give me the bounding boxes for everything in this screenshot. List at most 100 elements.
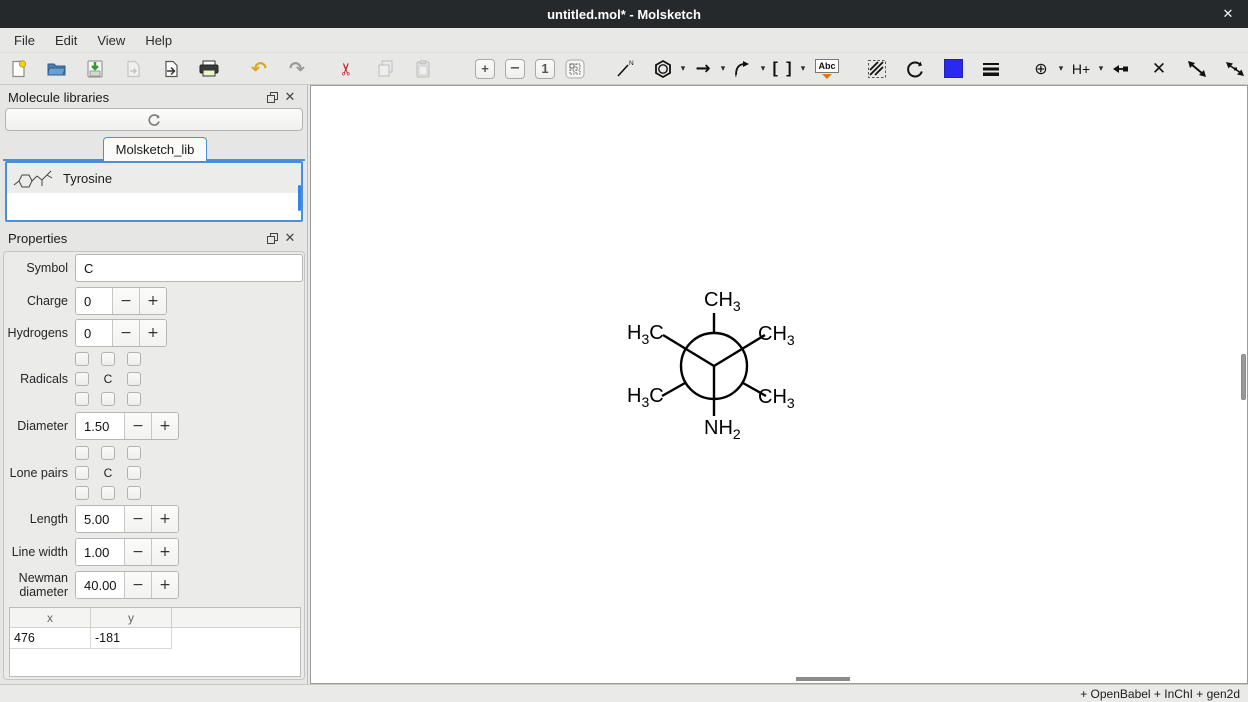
color-picker-button[interactable] <box>940 56 966 82</box>
atom-label-h3c-top-left[interactable]: H3C <box>627 323 664 346</box>
column-header-y[interactable]: y <box>91 608 172 627</box>
coordinate-y-cell[interactable]: -181 <box>91 628 172 649</box>
bracket-tool[interactable]: [ ] <box>770 56 796 82</box>
atom-label-ch3-top[interactable]: CH3 <box>704 290 741 313</box>
charge-increment-button[interactable]: + <box>139 288 166 314</box>
float-panel-icon <box>267 92 278 103</box>
column-header-x[interactable]: x <box>10 608 91 627</box>
open-file-button[interactable] <box>44 56 70 82</box>
coordinate-x-cell[interactable]: 476 <box>10 628 91 649</box>
import-button[interactable] <box>120 56 146 82</box>
radical-checkbox[interactable] <box>101 392 115 406</box>
flip-vertical-button[interactable] <box>1222 56 1248 82</box>
libraries-float-button[interactable] <box>263 89 281 105</box>
reaction-arrow-tool[interactable]: → <box>690 56 716 82</box>
properties-float-button[interactable] <box>263 230 281 246</box>
save-button[interactable] <box>82 56 108 82</box>
charge-tool-dropdown[interactable]: ▾ <box>1054 56 1068 82</box>
radical-checkbox[interactable] <box>75 372 89 386</box>
connect-tool[interactable] <box>1108 56 1134 82</box>
newman-diameter-value[interactable]: 40.00 <box>76 572 124 598</box>
symbol-input[interactable]: C <box>75 254 303 282</box>
draw-bond-tool[interactable]: N <box>612 56 638 82</box>
line-width-decrement-button[interactable]: − <box>124 539 151 565</box>
text-tool[interactable]: Abc <box>814 56 840 82</box>
print-button[interactable] <box>196 56 222 82</box>
lone-pair-checkbox[interactable] <box>75 466 89 480</box>
charge-tool[interactable]: ⊕ <box>1028 56 1054 82</box>
menu-file[interactable]: File <box>4 30 45 51</box>
atom-label-h3c-bottom-left[interactable]: H3C <box>627 386 664 409</box>
lone-pairs-label: Lone pairs <box>6 466 68 480</box>
library-list-scrollbar[interactable] <box>298 185 301 211</box>
undo-button[interactable]: ↶ <box>246 56 272 82</box>
charge-value[interactable]: 0 <box>76 288 112 314</box>
lone-pair-checkbox[interactable] <box>75 486 89 500</box>
lone-pair-checkbox[interactable] <box>127 466 141 480</box>
ring-tool[interactable] <box>650 56 676 82</box>
flip-horizontal-button[interactable] <box>1184 56 1210 82</box>
reaction-arrow-dropdown[interactable]: ▾ <box>716 56 730 82</box>
radical-checkbox[interactable] <box>75 352 89 366</box>
copy-button[interactable] <box>372 56 398 82</box>
lone-pair-checkbox[interactable] <box>75 446 89 460</box>
line-width-increment-button[interactable]: + <box>151 539 178 565</box>
radical-checkbox[interactable] <box>75 392 89 406</box>
mechanism-arrow-dropdown[interactable]: ▾ <box>756 56 770 82</box>
hydrogen-tool[interactable]: H+ <box>1068 56 1094 82</box>
redo-button[interactable]: ↷ <box>284 56 310 82</box>
paste-button[interactable] <box>410 56 436 82</box>
canvas-vertical-scrollbar[interactable] <box>1241 354 1246 400</box>
atom-label-nh2-bottom[interactable]: NH2 <box>704 418 741 441</box>
length-value[interactable]: 5.00 <box>76 506 124 532</box>
zoom-in-button[interactable]: + <box>472 56 498 82</box>
lone-pair-checkbox[interactable] <box>127 446 141 460</box>
length-increment-button[interactable]: + <box>151 506 178 532</box>
radical-checkbox[interactable] <box>101 352 115 366</box>
diameter-value[interactable]: 1.50 <box>76 413 124 439</box>
ring-tool-dropdown[interactable]: ▾ <box>676 56 690 82</box>
rotate-tool[interactable] <box>902 56 928 82</box>
libraries-close-button[interactable]: ✕ <box>281 89 299 105</box>
newman-decrement-button[interactable]: − <box>124 572 151 598</box>
line-width-value[interactable]: 1.00 <box>76 539 124 565</box>
charge-decrement-button[interactable]: − <box>112 288 139 314</box>
radical-checkbox[interactable] <box>127 392 141 406</box>
mechanism-arrow-tool[interactable] <box>730 56 756 82</box>
diameter-increment-button[interactable]: + <box>151 413 178 439</box>
menu-view[interactable]: View <box>87 30 135 51</box>
lasso-tool[interactable] <box>864 56 890 82</box>
canvas-horizontal-scrollbar[interactable] <box>796 677 850 681</box>
drawing-canvas[interactable]: CH3 H3C CH3 H3C CH3 NH2 <box>310 85 1248 684</box>
menu-edit[interactable]: Edit <box>45 30 87 51</box>
line-width-button[interactable] <box>978 56 1004 82</box>
delete-tool[interactable]: ✕ <box>1146 56 1172 82</box>
window-close-button[interactable]: ✕ <box>1218 4 1238 24</box>
zoom-reset-button[interactable]: 1 <box>532 56 558 82</box>
diameter-decrement-button[interactable]: − <box>124 413 151 439</box>
lone-pair-checkbox[interactable] <box>101 446 115 460</box>
atom-label-ch3-bottom-right[interactable]: CH3 <box>758 387 795 410</box>
hydrogen-tool-dropdown[interactable]: ▾ <box>1094 56 1108 82</box>
lone-pair-checkbox[interactable] <box>101 486 115 500</box>
radical-checkbox[interactable] <box>127 352 141 366</box>
lone-pair-checkbox[interactable] <box>127 486 141 500</box>
hydrogens-decrement-button[interactable]: − <box>112 320 139 346</box>
cut-button[interactable]: ✂ <box>334 56 360 82</box>
hydrogens-value[interactable]: 0 <box>76 320 112 346</box>
zoom-out-button[interactable]: − <box>502 56 528 82</box>
hydrogens-increment-button[interactable]: + <box>139 320 166 346</box>
zoom-fit-button[interactable] <box>562 56 588 82</box>
new-file-button[interactable] <box>6 56 32 82</box>
radical-checkbox[interactable] <box>127 372 141 386</box>
properties-close-button[interactable]: ✕ <box>281 230 299 246</box>
tab-molsketch-lib[interactable]: Molsketch_lib <box>103 137 207 161</box>
menu-help[interactable]: Help <box>135 30 182 51</box>
library-refresh-button[interactable] <box>5 108 303 131</box>
atom-label-ch3-top-right[interactable]: CH3 <box>758 324 795 347</box>
list-item-tyrosine[interactable]: Tyrosine <box>7 163 301 193</box>
newman-increment-button[interactable]: + <box>151 572 178 598</box>
export-button[interactable] <box>158 56 184 82</box>
bracket-tool-dropdown[interactable]: ▾ <box>796 56 810 82</box>
length-decrement-button[interactable]: − <box>124 506 151 532</box>
